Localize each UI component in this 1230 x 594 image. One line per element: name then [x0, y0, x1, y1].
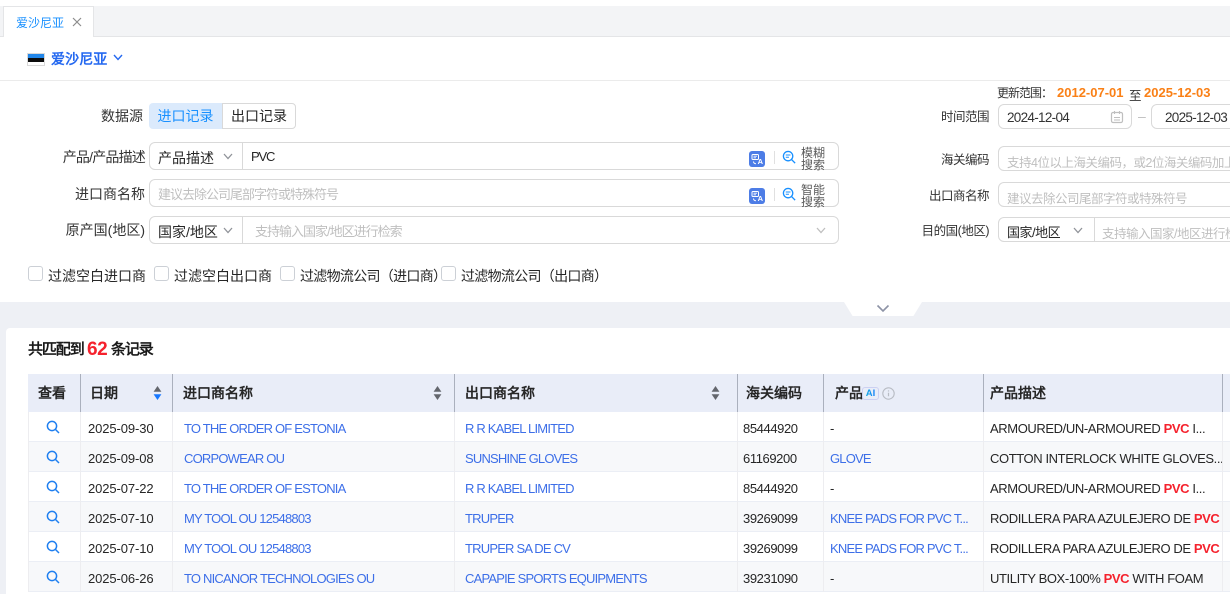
svg-text:A: A	[758, 194, 764, 203]
svg-text:A: A	[758, 157, 764, 166]
